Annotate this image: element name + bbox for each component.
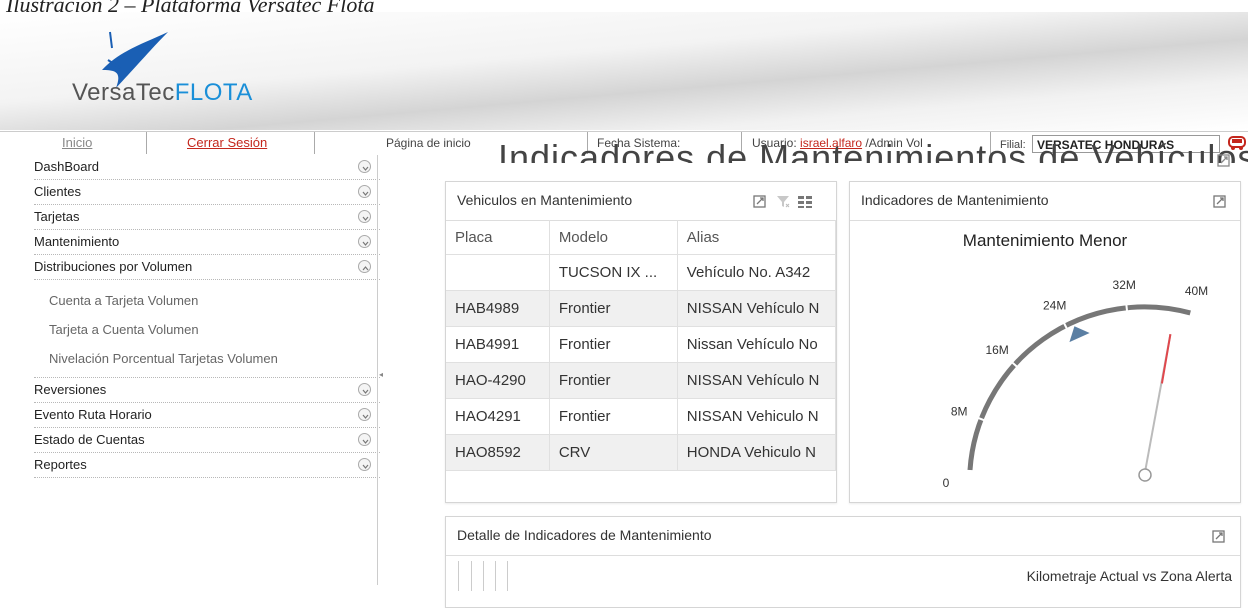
chevron-down-icon[interactable] bbox=[358, 160, 371, 173]
gauge-tick-label: 16M bbox=[985, 343, 1008, 357]
logout-link[interactable]: Cerrar Sesión bbox=[187, 134, 267, 152]
sidebar-subitem[interactable]: Tarjeta a Cuenta Volumen bbox=[34, 315, 380, 344]
sidebar-item-label: Evento Ruta Horario bbox=[34, 407, 152, 422]
nav-page-label: Página de inicio bbox=[386, 136, 471, 150]
table-cell: NISSAN Vehículo N bbox=[677, 362, 836, 399]
panel-header: Indicadores de Mantenimiento bbox=[850, 182, 1240, 221]
sidebar-item[interactable]: Clientes bbox=[34, 180, 380, 205]
sidebar-item-label: Reversiones bbox=[34, 382, 107, 397]
panel-title: Detalle de Indicadores de Mantenimiento bbox=[457, 527, 712, 543]
filter-clear-icon[interactable] bbox=[775, 193, 791, 209]
chevron-down-icon[interactable] bbox=[358, 383, 371, 396]
detalle-grid-stub bbox=[458, 561, 509, 591]
sidebar-subitem[interactable]: Cuenta a Tarjeta Volumen bbox=[34, 286, 380, 315]
sidebar-item[interactable]: Reversiones bbox=[34, 378, 380, 403]
collapse-arrow-icon[interactable]: ◂ bbox=[379, 370, 383, 379]
sidebar-item[interactable]: Reportes bbox=[34, 453, 380, 478]
table-row[interactable]: HAO8592 CRV HONDA Vehiculo N bbox=[446, 434, 836, 471]
gauge-tick-label: 40M bbox=[1185, 284, 1208, 298]
chevron-down-icon[interactable] bbox=[358, 235, 371, 248]
indicadores-panel: Indicadores de Mantenimiento Mantenimien… bbox=[849, 181, 1241, 503]
gauge-pivot bbox=[1138, 468, 1152, 482]
table-cell: Nissan Vehículo No bbox=[677, 326, 836, 363]
sidebar-item[interactable]: DashBoard bbox=[34, 155, 380, 180]
table-cell: HAO-4290 bbox=[446, 362, 550, 399]
sidebar-splitter[interactable] bbox=[377, 155, 378, 585]
sidebar-item-label: Mantenimiento bbox=[34, 234, 120, 249]
table-cell: NISSAN Vehículo N bbox=[677, 290, 836, 327]
gauge-tick-label: 32M bbox=[1113, 278, 1136, 292]
table-row[interactable]: HAO-4290 Frontier NISSAN Vehículo N bbox=[446, 362, 836, 399]
page-title: Indicadores de Mantenimientos de Vehícul… bbox=[498, 137, 1248, 163]
columns-icon[interactable] bbox=[797, 193, 813, 209]
table-cell: Frontier bbox=[549, 326, 678, 363]
gauge-title: Mantenimiento Menor bbox=[962, 231, 1128, 250]
table-cell bbox=[446, 254, 550, 291]
gauge-band bbox=[1160, 333, 1172, 384]
table-cell: HAO4291 bbox=[446, 398, 550, 435]
app-header: VersaTecFLOTA bbox=[0, 12, 1248, 130]
export-icon[interactable] bbox=[1211, 528, 1227, 544]
nav-inicio-link[interactable]: Inicio bbox=[62, 134, 92, 152]
sidebar-item[interactable]: Evento Ruta Horario bbox=[34, 403, 380, 428]
table-cell: NISSAN Vehiculo N bbox=[677, 398, 836, 435]
chevron-down-icon[interactable] bbox=[358, 185, 371, 198]
logo-text-flota: FLOTA bbox=[174, 79, 253, 106]
export-icon[interactable] bbox=[752, 193, 768, 209]
gauge-tick-label: 24M bbox=[1043, 299, 1066, 313]
chevron-down-icon[interactable] bbox=[358, 433, 371, 446]
panel-title: Vehiculos en Mantenimiento bbox=[457, 192, 633, 208]
table-cell: Frontier bbox=[549, 290, 678, 327]
sidebar-item-label: Distribuciones por Volumen bbox=[34, 259, 193, 274]
panel-title: Indicadores de Mantenimiento bbox=[861, 192, 1049, 208]
sidebar-item[interactable]: Mantenimiento bbox=[34, 230, 380, 255]
table-row[interactable]: HAB4989 Frontier NISSAN Vehículo N bbox=[446, 290, 836, 327]
table-row[interactable]: HAB4991 Frontier Nissan Vehículo No bbox=[446, 326, 836, 363]
sidebar-item-label: Estado de Cuentas bbox=[34, 432, 145, 447]
sidebar-item-label: Clientes bbox=[34, 184, 81, 199]
sidebar-subitem[interactable]: Nivelación Porcentual Tarjetas Volumen bbox=[34, 344, 380, 373]
chevron-up-icon[interactable] bbox=[358, 260, 371, 273]
export-icon[interactable] bbox=[1212, 193, 1228, 209]
sidebar-item-label: Reportes bbox=[34, 457, 87, 472]
sidebar-item[interactable]: Estado de Cuentas bbox=[34, 428, 380, 453]
vehiculos-table: Placa Modelo Alias TUCSON IX ... Vehículo N… bbox=[446, 220, 836, 471]
nav-divider bbox=[146, 132, 147, 154]
nav-divider bbox=[314, 132, 315, 154]
table-cell: HAO8592 bbox=[446, 434, 550, 471]
gauge-tick-label: 8M bbox=[951, 405, 968, 419]
table-cell: HONDA Vehiculo N bbox=[677, 434, 836, 471]
table-row[interactable]: TUCSON IX ... Vehículo No. A342 bbox=[446, 254, 836, 291]
column-header[interactable]: Placa bbox=[446, 220, 550, 255]
chevron-down-icon[interactable] bbox=[358, 408, 371, 421]
logo-text-versatec: VersaTec bbox=[72, 79, 175, 106]
column-header[interactable]: Alias bbox=[677, 220, 836, 255]
logo: VersaTecFLOTA bbox=[72, 79, 253, 107]
table-cell: Frontier bbox=[549, 362, 678, 399]
gauge-tick-label: 0 bbox=[943, 476, 950, 490]
detalle-panel: Detalle de Indicadores de Mantenimiento … bbox=[445, 516, 1241, 608]
column-header[interactable]: Modelo bbox=[549, 220, 678, 255]
chevron-down-icon[interactable] bbox=[358, 210, 371, 223]
sidebar-menu: DashBoard Clientes Tarjetas Mantenimiento Di… bbox=[34, 155, 380, 478]
sidebar-item[interactable]: Tarjetas bbox=[34, 205, 380, 230]
table-cell: Frontier bbox=[549, 398, 678, 435]
table-cell: HAB4989 bbox=[446, 290, 550, 327]
sidebar-item-label: Tarjetas bbox=[34, 209, 80, 224]
sidebar-item[interactable]: Distribuciones por Volumen bbox=[34, 255, 380, 280]
chevron-down-icon[interactable] bbox=[358, 458, 371, 471]
table-cell: Vehículo No. A342 bbox=[677, 254, 836, 291]
detalle-subtitle: Kilometraje Actual vs Zona Alerta bbox=[1026, 568, 1232, 584]
panel-header: Detalle de Indicadores de Mantenimiento bbox=[446, 517, 1240, 556]
export-icon[interactable] bbox=[1216, 152, 1232, 168]
gauge-tick bbox=[1125, 302, 1129, 314]
sidebar-item-label: DashBoard bbox=[34, 159, 100, 174]
table-cell: HAB4991 bbox=[446, 326, 550, 363]
vehiculos-panel: Vehiculos en Mantenimiento Placa Modelo Al… bbox=[445, 181, 837, 503]
table-row[interactable]: HAO4291 Frontier NISSAN Vehiculo N bbox=[446, 398, 836, 435]
table-cell: CRV bbox=[549, 434, 678, 471]
gauge-marker bbox=[1069, 326, 1090, 343]
gauge-chart: 08M16M24M32M40M+6.49M bbox=[943, 278, 1209, 490]
table-cell: TUCSON IX ... bbox=[549, 254, 678, 291]
